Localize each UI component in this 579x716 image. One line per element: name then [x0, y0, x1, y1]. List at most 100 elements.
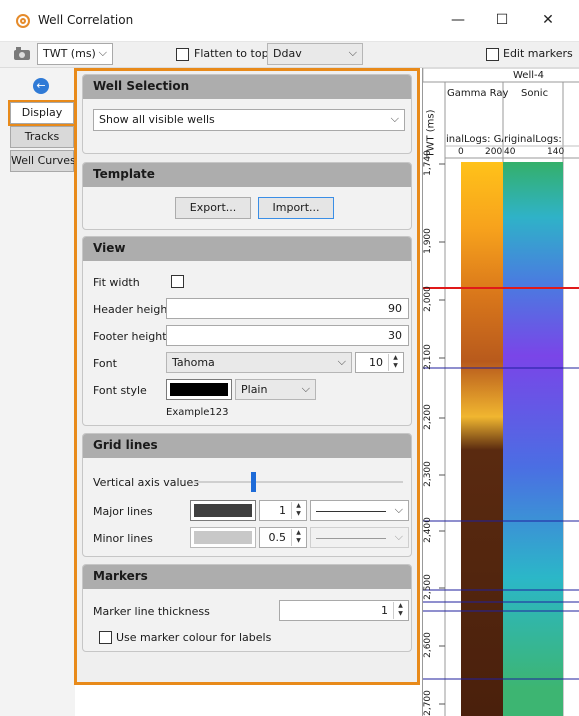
flatten-top-select[interactable]: Ddav ⌵	[267, 43, 363, 65]
window-title: Well Correlation	[38, 13, 134, 27]
well-selection-section: Well Selection Show all visible wells ⌵	[82, 74, 412, 154]
marker-thickness-stepper[interactable]: 1 ▲ ▼	[279, 600, 409, 621]
use-marker-colour-label: Use marker colour for labels	[116, 631, 272, 644]
grid-lines-section: Grid lines Vertical axis values Major li…	[82, 433, 412, 557]
depth-tick-label: 2,300	[422, 461, 433, 487]
font-family-select[interactable]: Tahoma ⌵	[166, 352, 352, 373]
font-size-value: 10	[369, 356, 383, 369]
export-button[interactable]: Export...	[175, 197, 251, 219]
import-button[interactable]: Import...	[258, 197, 334, 219]
major-lines-style-select[interactable]: ⌵	[310, 500, 409, 521]
vertical-axis-slider-thumb[interactable]	[250, 472, 256, 492]
gamma-max: 200	[485, 147, 503, 157]
fit-width-checkbox[interactable]	[171, 275, 184, 288]
well-correlation-plot[interactable]: Well-4 Gamma Ray Sonic inalLogs: GAI rig…	[422, 68, 579, 716]
font-style-value: Plain	[241, 383, 268, 396]
markers-section: Markers Marker line thickness 1 ▲ ▼ Use m…	[82, 564, 412, 652]
spin-arrows-icon[interactable]: ▲ ▼	[393, 602, 407, 619]
gamma-ray-fill	[461, 162, 503, 716]
display-settings-panel: Well Selection Show all visible wells ⌵ …	[74, 68, 420, 685]
curve-name-gamma: inalLogs: GAI	[446, 134, 503, 145]
line-style-sample	[316, 538, 386, 539]
sonic-max: 140	[547, 147, 565, 157]
footer-height-input[interactable]: 30	[166, 325, 409, 346]
minor-lines-label: Minor lines	[93, 532, 153, 545]
minimize-button[interactable]: —	[444, 8, 472, 32]
well-log-svg	[423, 68, 579, 716]
flatten-top-value: Ddav	[273, 47, 302, 60]
chevron-down-icon: ⌵	[301, 382, 310, 395]
edit-markers-label: Edit markers	[503, 47, 573, 60]
font-color-swatch[interactable]	[166, 379, 232, 400]
track-name-gamma: Gamma Ray	[447, 88, 509, 99]
depth-tick-label: 2,600	[422, 632, 433, 658]
header-height-label: Header height	[93, 303, 172, 316]
header-height-input[interactable]: 90	[166, 298, 409, 319]
depth-tick-label: 1,900	[422, 228, 433, 254]
time-domain-select[interactable]: TWT (ms) ⌵	[37, 43, 113, 65]
minor-lines-color-fill	[194, 531, 252, 544]
sonic-min: 40	[504, 147, 516, 157]
minor-lines-width-stepper[interactable]: 0.5 ▲ ▼	[259, 527, 307, 548]
view-section: View Fit width Header height 90 Footer h…	[82, 236, 412, 426]
close-button[interactable]: ✕	[534, 8, 562, 32]
title-bar: Well Correlation — ☐ ✕	[0, 0, 579, 42]
depth-tick-label: 2,200	[422, 404, 433, 430]
grid-lines-heading: Grid lines	[83, 434, 411, 458]
well-selection-select[interactable]: Show all visible wells ⌵	[93, 109, 405, 131]
toolbar: TWT (ms) ⌵ Flatten to top: Ddav ⌵ Edit m…	[0, 42, 579, 68]
depth-tick-label: 2,000	[422, 286, 433, 312]
font-color-fill	[170, 383, 228, 396]
line-style-sample	[316, 511, 386, 512]
edit-markers-checkbox[interactable]	[486, 48, 499, 61]
font-label: Font	[93, 357, 117, 370]
font-style-select[interactable]: Plain ⌵	[235, 379, 316, 400]
major-lines-label: Major lines	[93, 505, 153, 518]
sonic-fill	[503, 162, 563, 716]
major-lines-width-value: 1	[279, 504, 286, 517]
minor-lines-width-value: 0.5	[268, 531, 287, 544]
tab-well-curves[interactable]: Well Curves	[10, 150, 76, 172]
minor-lines-style-select[interactable]: ⌵	[310, 527, 409, 548]
depth-tick-label: 1,740	[422, 150, 433, 176]
spin-arrows-icon[interactable]: ▲ ▼	[291, 529, 305, 546]
depth-tick-label: 2,400	[422, 517, 433, 543]
chevron-down-icon: ⌵	[394, 530, 403, 543]
curve-name-sonic: riginalLogs: D	[504, 134, 563, 145]
well-name: Well-4	[513, 70, 544, 81]
depth-tick-label: 2,500	[422, 574, 433, 600]
vertical-axis-label: Vertical axis values	[93, 476, 199, 489]
template-heading: Template	[83, 163, 411, 187]
flatten-checkbox[interactable]	[176, 48, 189, 61]
chevron-down-icon: ⌵	[394, 503, 403, 516]
depth-tick-label: 2,100	[422, 344, 433, 370]
major-lines-width-stepper[interactable]: 1 ▲ ▼	[259, 500, 307, 521]
time-domain-value: TWT (ms)	[43, 47, 96, 60]
tab-display[interactable]: Display	[8, 100, 76, 126]
font-family-value: Tahoma	[172, 356, 215, 369]
chevron-down-icon: ⌵	[98, 46, 107, 59]
camera-icon[interactable]	[14, 47, 30, 60]
flatten-label: Flatten to top:	[194, 47, 273, 60]
font-size-stepper[interactable]: 10 ▲ ▼	[355, 352, 404, 373]
view-heading: View	[83, 237, 411, 261]
tab-tracks[interactable]: Tracks	[10, 126, 74, 148]
back-arrow-icon[interactable]: ←	[33, 78, 49, 94]
sidebar: ← Display Tracks Well Curves	[0, 68, 76, 716]
well-selection-value: Show all visible wells	[99, 113, 215, 126]
markers-heading: Markers	[83, 565, 411, 589]
maximize-button[interactable]: ☐	[488, 8, 516, 32]
major-lines-color-swatch[interactable]	[190, 500, 256, 521]
major-lines-color-fill	[194, 504, 252, 517]
minor-lines-color-swatch[interactable]	[190, 527, 256, 548]
depth-tick-layer	[439, 163, 445, 705]
gamma-min: 0	[458, 147, 464, 157]
use-marker-colour-checkbox[interactable]	[99, 631, 112, 644]
marker-thickness-label: Marker line thickness	[93, 605, 210, 618]
font-example-text: Example123	[166, 407, 229, 418]
footer-height-label: Footer height	[93, 330, 167, 343]
spin-arrows-icon[interactable]: ▲ ▼	[291, 502, 305, 519]
spin-arrows-icon[interactable]: ▲ ▼	[388, 354, 402, 371]
vertical-axis-slider-track[interactable]	[194, 481, 403, 483]
fit-width-label: Fit width	[93, 276, 140, 289]
